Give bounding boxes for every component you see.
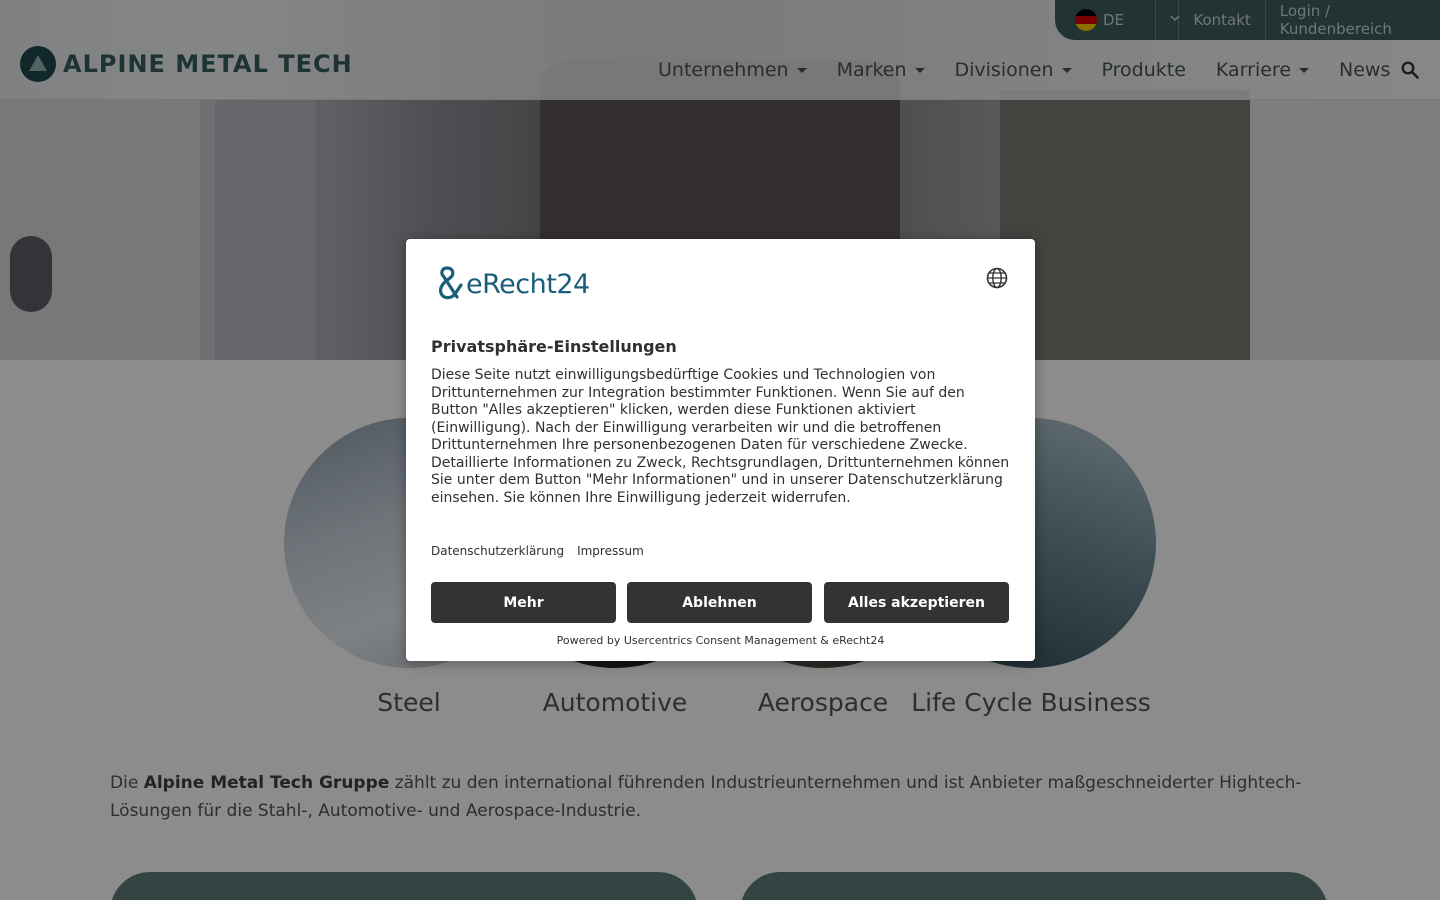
deny-button[interactable]: Ablehnen (627, 582, 812, 623)
erecht24-logo-icon (431, 265, 465, 303)
privacy-policy-link[interactable]: Datenschutzerklärung (431, 544, 564, 558)
globe-icon[interactable] (986, 267, 1008, 289)
erecht24-wordmark: eRecht24 (466, 268, 590, 300)
dialog-links: Datenschutzerklärung Impressum (431, 544, 657, 558)
erecht24-logo: eRecht24 (431, 265, 590, 303)
cookie-consent-dialog: eRecht24 Privatsphäre-Einstellungen Dies… (406, 239, 1035, 661)
accept-all-button[interactable]: Alles akzeptieren (824, 582, 1009, 623)
powered-by-text: Powered by Usercentrics Consent Manageme… (556, 634, 885, 647)
dialog-title: Privatsphäre-Einstellungen (431, 337, 677, 356)
dialog-body: Diese Seite nutzt einwilligungsbedürftig… (431, 367, 1010, 506)
more-button[interactable]: Mehr (431, 582, 616, 623)
imprint-link[interactable]: Impressum (577, 544, 644, 558)
